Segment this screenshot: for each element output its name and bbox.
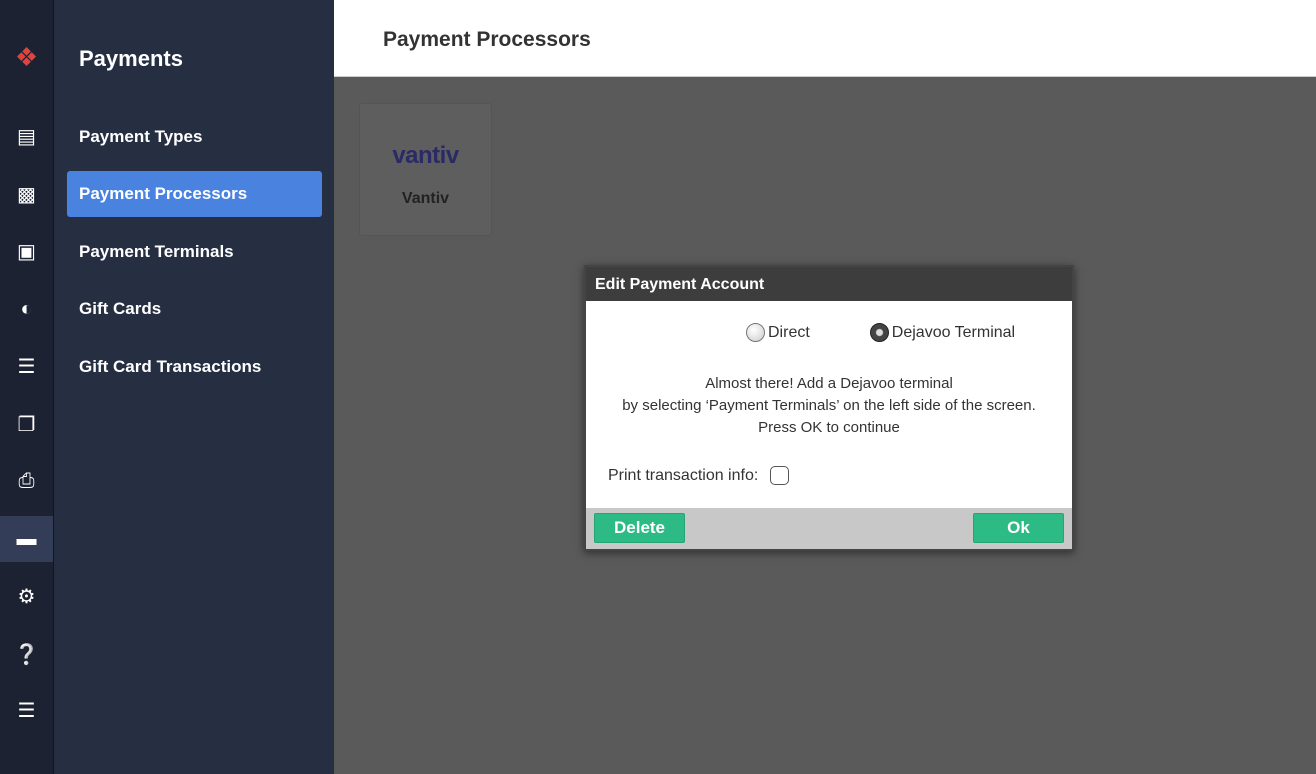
dining-icon[interactable]: ◐ (0, 286, 53, 332)
reports-icon[interactable]: ▤ (0, 113, 53, 159)
vantiv-logo: vantiv (392, 142, 459, 169)
processor-name: Vantiv (401, 190, 450, 207)
radio-dejavoo-terminal[interactable]: Dejavoo Terminal (869, 323, 1016, 342)
printer-icon[interactable]: ⎙ (0, 458, 53, 504)
sidebar: Payments Payment Types Payment Processor… (54, 0, 334, 774)
dialog-title: Edit Payment Account (586, 267, 1072, 301)
message-line: Almost there! Add a Dejavoo terminal (705, 375, 953, 392)
dialog-message: Almost there! Add a Dejavoo terminal by … (586, 373, 1072, 439)
radio-direct[interactable]: Direct (746, 323, 810, 342)
layers-icon[interactable]: ☰ (0, 343, 53, 389)
print-transaction-label: Print transaction info: (608, 466, 759, 484)
gear-icon[interactable]: ⚙ (0, 573, 53, 619)
delete-button[interactable]: Delete (594, 513, 685, 543)
radio-label: Dejavoo Terminal (891, 323, 1016, 341)
sidebar-item-gift-cards[interactable]: Gift Cards (67, 286, 322, 332)
radio-button[interactable] (746, 323, 765, 342)
sidebar-item-payment-terminals[interactable]: Payment Terminals (67, 229, 322, 275)
sidebar-item-gift-card-transactions[interactable]: Gift Card Transactions (67, 344, 322, 390)
page-title: Payment Processors (383, 28, 591, 51)
message-line: by selecting ‘Payment Terminals’ on the … (622, 397, 1036, 414)
print-transaction-checkbox[interactable] (770, 466, 790, 485)
clipboard-icon[interactable]: ▩ (0, 171, 53, 217)
help-icon[interactable]: ❔ (0, 631, 53, 677)
payments-icon[interactable]: ▬ (0, 516, 53, 562)
message-line: Press OK to continue (758, 419, 900, 436)
sidebar-item-payment-types[interactable]: Payment Types (67, 114, 322, 160)
page-header: Payment Processors (334, 0, 1316, 77)
edit-payment-account-dialog: Edit Payment Account Direct Dejavoo Term… (584, 265, 1074, 551)
sidebar-item-payment-processors[interactable]: Payment Processors (67, 171, 322, 217)
icon-rail: ❖ ▤ ▩ ▣ ◐ ☰ ❐ ⎙ ▬ ⚙ ❔ ☰ (0, 0, 54, 774)
server-icon[interactable]: ☰ (0, 687, 53, 733)
lightspeed-logo-icon[interactable]: ❖ (0, 34, 53, 80)
processor-card-vantiv[interactable]: vantiv Vantiv (359, 103, 492, 236)
sidebar-title: Payments (79, 46, 183, 71)
devices-icon[interactable]: ❐ (0, 401, 53, 447)
dialog-footer: Delete Ok (586, 508, 1072, 549)
radio-button[interactable] (869, 323, 889, 342)
radio-label: Direct (768, 323, 810, 341)
ok-button[interactable]: Ok (973, 513, 1064, 543)
customer-card-icon[interactable]: ▣ (0, 228, 53, 274)
